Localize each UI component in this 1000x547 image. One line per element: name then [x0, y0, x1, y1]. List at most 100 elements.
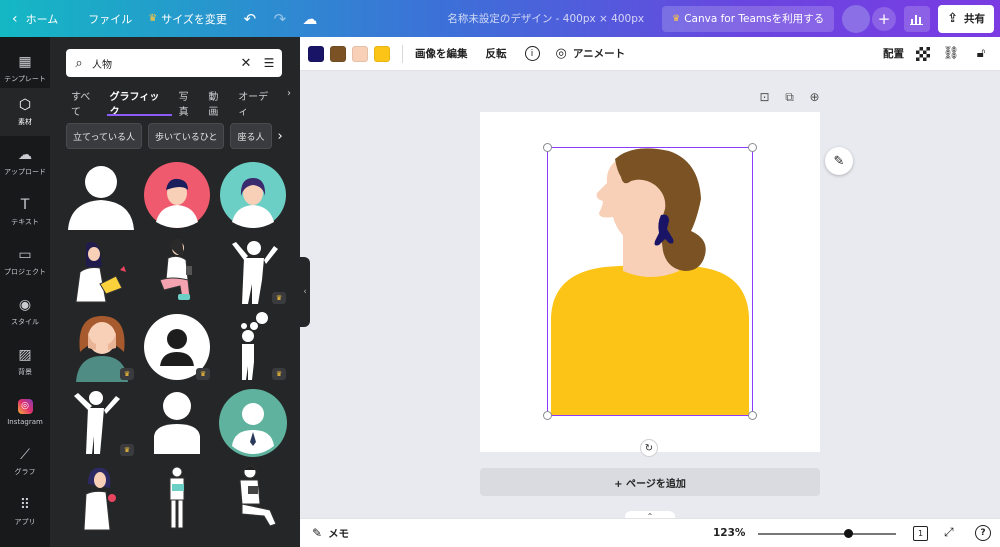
- search-box[interactable]: ⌕ 人物 ✕ ☰: [66, 49, 282, 77]
- graphic-woman-avatar-teal[interactable]: [218, 160, 288, 230]
- graphic-person-arms-up[interactable]: ♛: [66, 388, 136, 458]
- animate-button[interactable]: ◎ アニメート: [556, 46, 626, 61]
- keyword-chips: 立てっている人 歩いているひと 座る人 ›: [66, 123, 296, 149]
- color-swatch-yellow[interactable]: [374, 45, 390, 62]
- animate-icon: ◎: [555, 46, 567, 61]
- chevron-right-icon[interactable]: ›: [278, 123, 290, 149]
- link-icon[interactable]: ⛓: [942, 46, 960, 61]
- add-comment-icon[interactable]: ✎: [825, 147, 853, 175]
- chip[interactable]: 歩いているひと: [148, 123, 225, 149]
- edit-image-button[interactable]: 画像を編集: [415, 46, 468, 61]
- share-button[interactable]: ⇪ 共有: [938, 4, 994, 33]
- info-icon[interactable]: i: [524, 46, 540, 61]
- graphic-woman-holding-item[interactable]: [66, 464, 136, 534]
- divider: [402, 44, 403, 63]
- rail-item-templates[interactable]: ▦ テンプレート: [0, 45, 50, 93]
- tab-audio[interactable]: オーディ: [233, 88, 282, 118]
- design-title[interactable]: 名称未設定のデザイン - 400px × 400px: [439, 0, 652, 37]
- add-page-button[interactable]: + ページを追加: [480, 468, 820, 496]
- graphic-man-avatar-red[interactable]: [142, 160, 212, 230]
- search-input[interactable]: 人物: [92, 56, 236, 71]
- add-member-button[interactable]: +: [872, 6, 897, 31]
- graphic-woman-sitting-phone[interactable]: [142, 236, 212, 306]
- tab-photos[interactable]: 写真: [174, 88, 204, 118]
- lock-page-icon[interactable]: ⊡: [752, 90, 777, 105]
- home-label: ホーム: [25, 12, 59, 26]
- graphic-person-thinking[interactable]: ♛: [218, 312, 288, 382]
- graphic-person-cheering[interactable]: ♛: [218, 236, 288, 306]
- color-swatch-navy[interactable]: [308, 45, 324, 62]
- top-toolbar: ‹ ホーム ファイル ♛ サイズを変更 ↶ ↷ ☁ 名称未設定のデザイン - 4…: [0, 0, 1000, 37]
- filter-icon[interactable]: ☰: [256, 56, 282, 70]
- panel-collapse-button[interactable]: ‹: [300, 257, 310, 327]
- zoom-slider[interactable]: [758, 529, 896, 538]
- tab-graphics[interactable]: グラフィック: [105, 88, 174, 118]
- graphic-user-circle-icon[interactable]: ♛: [142, 312, 212, 382]
- cloud-save-icon[interactable]: ☁: [295, 0, 325, 37]
- rail-item-elements[interactable]: ⬡ 素材: [0, 88, 50, 136]
- graphic-person-bust[interactable]: [142, 388, 212, 458]
- tab-all[interactable]: すべて: [66, 88, 105, 118]
- resize-handle[interactable]: [543, 411, 552, 420]
- undo-icon[interactable]: ↶: [235, 0, 265, 37]
- insights-button[interactable]: [904, 5, 931, 32]
- graphic-woman-laptop[interactable]: [66, 236, 136, 306]
- rail-item-apps[interactable]: ⠿ アプリ: [0, 488, 50, 536]
- crown-icon: ♛: [120, 368, 134, 380]
- rail-item-label: Instagram: [7, 417, 43, 426]
- redo-icon[interactable]: ↷: [265, 0, 295, 37]
- animate-label: アニメート: [572, 48, 626, 60]
- add-page-icon[interactable]: ⊕: [802, 90, 827, 105]
- resize-handle[interactable]: [748, 143, 757, 152]
- position-button[interactable]: 配置: [883, 46, 904, 61]
- tab-videos[interactable]: 動画: [203, 88, 233, 118]
- crown-icon: ♛: [120, 444, 134, 456]
- rail-item-instagram[interactable]: ◎ Instagram: [0, 388, 50, 436]
- graphic-person-silhouette[interactable]: [66, 160, 136, 230]
- rail-item-label: 素材: [18, 118, 32, 126]
- template-icon: ▦: [18, 54, 32, 70]
- rail-item-uploads[interactable]: ☁ アップロード: [0, 138, 50, 186]
- graphic-businessman-avatar[interactable]: [218, 388, 288, 458]
- close-icon[interactable]: ✕: [236, 56, 256, 71]
- rail-item-background[interactable]: ▨ 背景: [0, 338, 50, 386]
- crown-icon: ♛: [196, 368, 210, 380]
- chip[interactable]: 座る人: [230, 123, 272, 149]
- rail-item-charts[interactable]: ⟋ グラフ: [0, 438, 50, 486]
- graphic-woman-sitting-book[interactable]: [218, 464, 288, 534]
- avatar[interactable]: [842, 4, 871, 33]
- chip[interactable]: 立てっている人: [66, 123, 143, 149]
- resize-handle[interactable]: [543, 143, 552, 152]
- transparency-icon[interactable]: [916, 46, 930, 61]
- help-icon[interactable]: ?: [975, 525, 991, 541]
- teams-label: Canva for Teamsを利用する: [684, 13, 825, 25]
- side-rail: ▦ テンプレート ⬡ 素材 ☁ アップロード T テキスト ▭ プロジェクト ◉…: [0, 37, 50, 547]
- text-icon: T: [20, 197, 30, 213]
- rotate-icon[interactable]: ↻: [640, 439, 658, 457]
- page-count-button[interactable]: 1: [913, 526, 928, 541]
- rail-item-projects[interactable]: ▭ プロジェクト: [0, 238, 50, 286]
- graphic-man-standing-laptop[interactable]: [142, 464, 212, 534]
- resize-button[interactable]: ♛ サイズを変更: [140, 0, 235, 37]
- rail-item-styles[interactable]: ◉ スタイル: [0, 288, 50, 336]
- file-menu[interactable]: ファイル: [80, 0, 140, 37]
- rail-item-text[interactable]: T テキスト: [0, 188, 50, 236]
- graphic-woman-covering-face[interactable]: ♛: [66, 312, 136, 382]
- resize-handle[interactable]: [748, 411, 757, 420]
- zoom-level[interactable]: 123%: [713, 527, 745, 539]
- notes-button[interactable]: ✎ メモ: [312, 526, 349, 541]
- zoom-slider-knob[interactable]: [844, 529, 853, 538]
- fullscreen-icon[interactable]: ⤢: [944, 525, 954, 540]
- rail-item-label: テキスト: [11, 218, 39, 226]
- palette-icon: ◉: [18, 297, 32, 313]
- duplicate-page-icon[interactable]: ⧉: [777, 90, 802, 105]
- lock-icon[interactable]: 🔓︎: [972, 46, 990, 61]
- folder-icon: ▭: [18, 247, 32, 263]
- chevron-right-icon[interactable]: ›: [282, 88, 296, 110]
- color-swatch-skin[interactable]: [352, 45, 368, 62]
- canva-teams-button[interactable]: ♛ Canva for Teamsを利用する: [662, 5, 835, 32]
- crown-icon: ♛: [272, 292, 286, 304]
- flip-button[interactable]: 反転: [486, 46, 507, 61]
- color-swatch-brown[interactable]: [330, 45, 346, 62]
- home-button[interactable]: ‹ ホーム: [0, 0, 66, 37]
